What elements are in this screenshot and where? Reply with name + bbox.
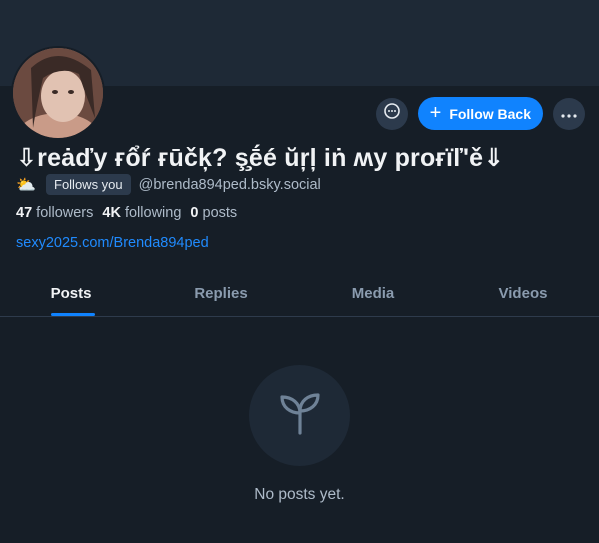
follows-you-badge: Follows you bbox=[46, 174, 131, 195]
tab-label: Videos bbox=[498, 284, 548, 302]
tab-label: Posts bbox=[50, 284, 92, 302]
chat-bubble-icon bbox=[383, 102, 401, 125]
posts-count: 0 bbox=[190, 205, 199, 221]
tab-replies[interactable]: Replies bbox=[176, 270, 266, 316]
handle-row: ⛅ Follows you @brenda894ped.bsky.social bbox=[16, 174, 321, 195]
tab-videos[interactable]: Videos bbox=[478, 270, 568, 316]
status-emoji: ⛅ bbox=[16, 176, 36, 194]
posts-label: posts bbox=[202, 205, 238, 221]
ellipsis-icon bbox=[561, 105, 577, 123]
posts-stat: 0 posts bbox=[190, 205, 237, 221]
tab-posts[interactable]: Posts bbox=[28, 270, 114, 316]
profile-link[interactable]: sexy2025.com/Brenda894ped bbox=[16, 235, 209, 251]
followers-label: followers bbox=[36, 205, 94, 221]
more-options-button[interactable] bbox=[553, 97, 585, 130]
message-button[interactable] bbox=[375, 97, 408, 130]
follow-back-button[interactable]: + Follow Back bbox=[417, 97, 543, 130]
avatar[interactable] bbox=[11, 46, 105, 140]
follow-back-label: Follow Back bbox=[449, 105, 531, 122]
tab-label: Media bbox=[351, 284, 395, 302]
tab-label: Replies bbox=[194, 284, 248, 302]
active-tab-indicator bbox=[51, 313, 95, 316]
plus-icon: + bbox=[429, 101, 442, 124]
followers-stat[interactable]: 47 followers bbox=[16, 205, 93, 221]
profile-handle: @brenda894ped.bsky.social bbox=[138, 176, 321, 193]
followers-count: 47 bbox=[16, 205, 33, 221]
following-count: 4K bbox=[102, 205, 121, 221]
tab-media[interactable]: Media bbox=[328, 270, 418, 316]
profile-stats: 47 followers 4K following 0 posts bbox=[16, 205, 237, 221]
profile-actions: + Follow Back bbox=[375, 97, 585, 130]
seedling-icon bbox=[276, 389, 324, 442]
display-name: ⇩reȧďy ғổŕ ғūčķ? ş̧ḗé ŭŗļ iṅ ʍy proғïľ'ě… bbox=[16, 144, 505, 172]
empty-state-text: No posts yet. bbox=[254, 486, 345, 503]
profile-tabs: Posts Replies Media Videos bbox=[0, 270, 599, 317]
empty-state-illustration bbox=[249, 365, 350, 466]
following-label: following bbox=[124, 205, 182, 221]
following-stat[interactable]: 4K following bbox=[102, 205, 181, 221]
